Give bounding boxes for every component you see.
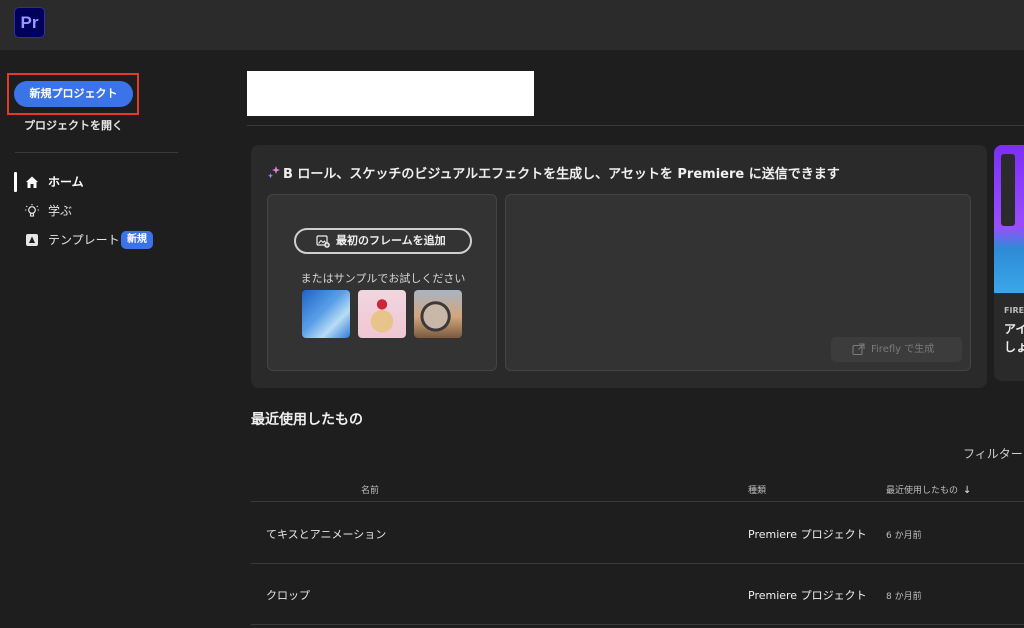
sidebar-item-home[interactable]: ホーム	[0, 171, 190, 193]
sample-mirror-icon[interactable]	[414, 290, 462, 338]
table-divider	[251, 563, 1024, 564]
add-first-frame-label: 最初のフレームを追加	[336, 234, 446, 247]
sidebar-item-label: 学ぶ	[48, 204, 73, 218]
sort-down-icon: ↓	[963, 485, 972, 496]
new-badge: 新規	[121, 231, 153, 249]
toolbar-preview-icon	[1001, 154, 1015, 226]
sidebar-item-label: ホーム	[48, 175, 84, 189]
sample-hint: またはサンプルでお試しください	[300, 272, 466, 285]
prompt-panel[interactable]: Firefly で生成	[505, 194, 971, 371]
filter-button[interactable]: フィルター	[963, 445, 1023, 462]
column-header-last-used[interactable]: 最近使用したもの ↓	[886, 483, 971, 496]
card-title: B ロール、スケッチのビジュアルエフェクトを生成し、アセットを Premiere…	[283, 167, 840, 182]
sparkle-icon	[268, 166, 280, 179]
main-divider	[247, 125, 1024, 126]
add-image-icon	[316, 235, 330, 248]
home-icon	[26, 176, 38, 188]
firefly-card: B ロール、スケッチのビジュアルエフェクトを生成し、アセットを Premiere…	[251, 145, 987, 388]
active-indicator	[14, 172, 17, 192]
promo-title-line: しょ	[1004, 340, 1024, 354]
firefly-generate-button[interactable]: Firefly で生成	[831, 337, 962, 362]
lightbulb-icon	[25, 204, 39, 217]
sidebar	[0, 50, 196, 628]
sample-sky-icon[interactable]	[302, 290, 350, 338]
promo-title-line: アイ	[1004, 322, 1024, 336]
recent-section-title: 最近使用したもの	[251, 412, 363, 428]
sidebar-item-templates[interactable]: テンプレート 新規	[0, 229, 190, 251]
row-name: クロップ	[266, 589, 310, 602]
promo-tag: FIRE	[1004, 306, 1024, 315]
row-last-used: 6 か月前	[886, 531, 922, 541]
first-frame-panel: 最初のフレームを追加 またはサンプルでお試しください	[267, 194, 497, 371]
sidebar-divider	[15, 152, 178, 153]
table-divider	[251, 501, 1024, 502]
sidebar-item-learn[interactable]: 学ぶ	[0, 200, 190, 222]
promo-card[interactable]: FIRE アイ しょ	[994, 145, 1024, 381]
row-type: Premiere プロジェクト	[748, 528, 867, 541]
sidebar-item-label: テンプレート	[48, 233, 120, 247]
row-last-used: 8 か月前	[886, 592, 922, 602]
sample-pancake-icon[interactable]	[358, 290, 406, 338]
column-header-name[interactable]: 名前	[361, 483, 379, 496]
table-divider	[251, 624, 1024, 625]
redacted-title-box	[247, 71, 534, 116]
column-header-type[interactable]: 種類	[748, 483, 766, 496]
template-icon	[26, 234, 38, 246]
top-bar: Pr	[0, 0, 1024, 50]
firefly-generate-label: Firefly で生成	[871, 344, 935, 355]
row-type: Premiere プロジェクト	[748, 589, 867, 602]
open-project-link[interactable]: プロジェクトを開く	[14, 117, 133, 135]
column-header-label: 最近使用したもの	[886, 486, 959, 496]
row-name: てキスとアニメーション	[266, 528, 387, 541]
new-project-button[interactable]: 新規プロジェクト	[14, 81, 133, 107]
premiere-logo: Pr	[14, 7, 45, 38]
add-first-frame-button[interactable]: 最初のフレームを追加	[294, 228, 472, 254]
generate-icon	[852, 343, 865, 356]
